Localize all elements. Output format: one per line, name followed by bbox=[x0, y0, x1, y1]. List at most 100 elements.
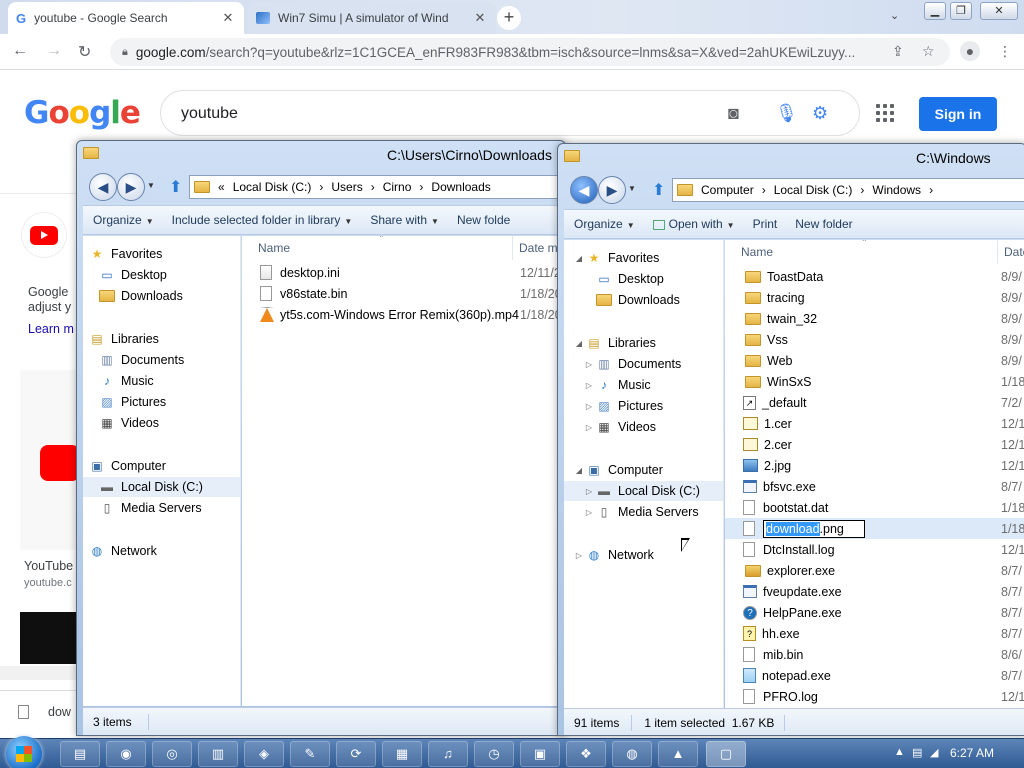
google-apps-icon[interactable] bbox=[876, 104, 894, 122]
image-viewer-icon[interactable]: ▣ bbox=[520, 741, 560, 767]
expander-icon[interactable]: ▷ bbox=[584, 360, 594, 369]
forward-button[interactable]: ▶ bbox=[117, 173, 145, 201]
firefox-icon[interactable]: ◉ bbox=[106, 741, 146, 767]
tray-network-icon[interactable]: ▤ bbox=[912, 746, 922, 759]
file-row[interactable]: 1.cer 12/1 bbox=[725, 413, 1024, 434]
sign-in-button[interactable]: Sign in bbox=[919, 97, 997, 131]
clock[interactable]: 6:27 AM bbox=[950, 746, 994, 760]
file-row[interactable]: download .png 1/18 bbox=[725, 518, 1024, 539]
nav-item-local-disk-c[interactable]: ▬ Local Disk (C:) bbox=[83, 477, 240, 497]
expander-icon[interactable]: ▷ bbox=[584, 381, 594, 390]
file-row[interactable]: ? hh.exe 8/7/ bbox=[725, 623, 1024, 644]
google-logo[interactable]: Google bbox=[24, 95, 141, 131]
file-row[interactable]: tracing 8/9/ bbox=[725, 287, 1024, 308]
expander-icon[interactable]: ▷ bbox=[584, 423, 594, 432]
recent-pages-chevron-icon[interactable]: ▼ bbox=[147, 181, 155, 190]
open-with-button[interactable]: Open with ▼ bbox=[652, 217, 735, 231]
nav-item-network[interactable]: ◍ Network bbox=[83, 541, 240, 561]
chrome-icon[interactable]: ◎ bbox=[152, 741, 192, 767]
youtube-logo-icon[interactable] bbox=[22, 213, 66, 257]
breadcrumb-item[interactable]: Downloads bbox=[431, 180, 490, 194]
file-row[interactable]: Web 8/9/ bbox=[725, 350, 1024, 371]
minimize-button[interactable]: ▁ bbox=[924, 2, 946, 20]
breadcrumb-separator[interactable]: › bbox=[319, 180, 323, 194]
file-row[interactable]: explorer.exe 8/7/ bbox=[725, 560, 1024, 581]
column-header-name[interactable]: Name bbox=[258, 236, 290, 260]
up-arrow-icon[interactable]: ⬆ bbox=[169, 177, 182, 197]
organize-button[interactable]: Organize ▼ bbox=[574, 217, 635, 231]
network-app-icon[interactable]: ❖ bbox=[566, 741, 606, 767]
address-breadcrumb[interactable]: Computer › Local Disk (C:) › Windows › bbox=[672, 178, 1024, 202]
nav-item-pictures[interactable]: ▷ ▨ Pictures bbox=[564, 396, 723, 416]
result-title[interactable]: YouTube bbox=[24, 559, 73, 573]
window-titlebar[interactable]: C:\Users\Cirno\Downloads bbox=[77, 141, 565, 171]
paint-icon[interactable]: ✎ bbox=[290, 741, 330, 767]
explorer-window-downloads[interactable]: C:\Users\Cirno\Downloads ◀ ▶ ▼ ⬆ « Local… bbox=[76, 140, 566, 736]
microphone-icon[interactable]: 🎙︎ bbox=[775, 103, 798, 124]
nav-item-computer[interactable]: ◢ ▣ Computer bbox=[564, 460, 723, 480]
breadcrumb-item[interactable]: Computer bbox=[701, 183, 754, 197]
up-arrow-icon[interactable]: ⬆ bbox=[652, 180, 665, 200]
nav-item-network[interactable]: ▷ ◍ Network bbox=[564, 545, 723, 565]
new-folder-button[interactable]: New folde bbox=[457, 213, 510, 227]
explorer-window-windows[interactable]: C:\Windows ◀ ▶ ▼ ⬆ Computer › Local Disk… bbox=[557, 143, 1024, 736]
file-row[interactable]: notepad.exe 8/7/ bbox=[725, 665, 1024, 686]
explorer-taskbar-icon[interactable]: ▤ bbox=[60, 741, 100, 767]
breadcrumb-item[interactable]: Cirno bbox=[383, 180, 412, 194]
forward-arrow-icon[interactable]: → bbox=[46, 42, 62, 60]
nav-item-media-servers[interactable]: ▯ Media Servers bbox=[83, 498, 240, 518]
expander-icon[interactable]: ◢ bbox=[574, 339, 584, 348]
file-row[interactable]: v86state.bin 1/18/20 bbox=[242, 283, 565, 304]
nav-item-media-servers[interactable]: ▷ ▯ Media Servers bbox=[564, 502, 723, 522]
forward-button[interactable]: ▶ bbox=[598, 176, 626, 204]
file-row[interactable]: mib.bin 8/6/ bbox=[725, 644, 1024, 665]
google-search-box[interactable]: youtube bbox=[160, 90, 860, 136]
calculator-icon[interactable]: ▦ bbox=[382, 741, 422, 767]
column-header-name[interactable]: Name bbox=[741, 240, 773, 264]
app-icon[interactable]: ◈ bbox=[244, 741, 284, 767]
learn-more-link[interactable]: Learn m bbox=[28, 322, 74, 336]
tray-volume-icon[interactable]: ◢ bbox=[930, 746, 938, 759]
back-arrow-icon[interactable]: ← bbox=[12, 42, 28, 60]
breadcrumb-item[interactable]: Local Disk (C:) bbox=[233, 180, 312, 194]
nav-item-documents[interactable]: ▥ Documents bbox=[83, 350, 240, 370]
nav-item-videos[interactable]: ▷ ▦ Videos bbox=[564, 417, 723, 437]
window-titlebar[interactable]: C:\Windows bbox=[558, 144, 1024, 174]
breadcrumb-separator[interactable]: › bbox=[762, 183, 766, 197]
breadcrumb-separator[interactable]: › bbox=[371, 180, 375, 194]
recent-pages-chevron-icon[interactable]: ▼ bbox=[628, 184, 636, 193]
nav-item-documents[interactable]: ▷ ▥ Documents bbox=[564, 354, 723, 374]
nav-item-libraries[interactable]: ▤ Libraries bbox=[83, 329, 240, 349]
file-row[interactable]: ↗ _default 7/2/ bbox=[725, 392, 1024, 413]
notepad-taskbar-icon[interactable]: ▥ bbox=[198, 741, 238, 767]
file-row[interactable]: yt5s.com-Windows Error Remix(360p).mp4 1/… bbox=[242, 304, 565, 325]
nav-item-local-disk-c[interactable]: ▷ ▬ Local Disk (C:) bbox=[564, 481, 723, 501]
new-folder-button[interactable]: New folder bbox=[795, 217, 852, 231]
file-row[interactable]: 2.jpg 12/1 bbox=[725, 455, 1024, 476]
file-row[interactable]: Vss 8/9/ bbox=[725, 329, 1024, 350]
breadcrumb-separator[interactable]: › bbox=[929, 183, 933, 197]
nav-item-desktop[interactable]: ▭ Desktop bbox=[83, 265, 240, 285]
remote-icon[interactable]: ▢ bbox=[706, 741, 746, 767]
tab-win7-simu[interactable]: Win7 Simu | A simulator of Wind ✕ bbox=[248, 2, 496, 34]
breadcrumb-item[interactable]: Users bbox=[331, 180, 362, 194]
breadcrumb-separator[interactable]: › bbox=[860, 183, 864, 197]
file-row[interactable]: desktop.ini 12/11/2 bbox=[242, 262, 565, 283]
address-breadcrumb[interactable]: « Local Disk (C:) › Users › Cirno › Down… bbox=[189, 175, 565, 199]
camera-icon[interactable]: ◙ bbox=[728, 103, 739, 124]
refresh-icon[interactable]: ⟳ bbox=[336, 741, 376, 767]
file-row[interactable]: fveupdate.exe 8/7/ bbox=[725, 581, 1024, 602]
vlc-taskbar-icon[interactable]: ▲ bbox=[658, 741, 698, 767]
tray-overflow-icon[interactable]: ▲ bbox=[894, 746, 905, 758]
menu-kebab-icon[interactable]: ⋮ bbox=[998, 43, 1012, 60]
expander-icon[interactable]: ▷ bbox=[584, 508, 594, 517]
close-tab-icon[interactable]: ✕ bbox=[220, 10, 236, 26]
breadcrumb-separator[interactable]: › bbox=[419, 180, 423, 194]
share-with-button[interactable]: Share with ▼ bbox=[370, 213, 439, 227]
start-button[interactable] bbox=[6, 736, 42, 768]
nav-item-music[interactable]: ♪ Music bbox=[83, 371, 240, 391]
file-row[interactable]: bfsvc.exe 8/7/ bbox=[725, 476, 1024, 497]
nav-item-pictures[interactable]: ▨ Pictures bbox=[83, 392, 240, 412]
include-in-library-button[interactable]: Include selected folder in library ▼ bbox=[172, 213, 353, 227]
tab-search-chevron-icon[interactable]: ⌄ bbox=[890, 9, 899, 22]
